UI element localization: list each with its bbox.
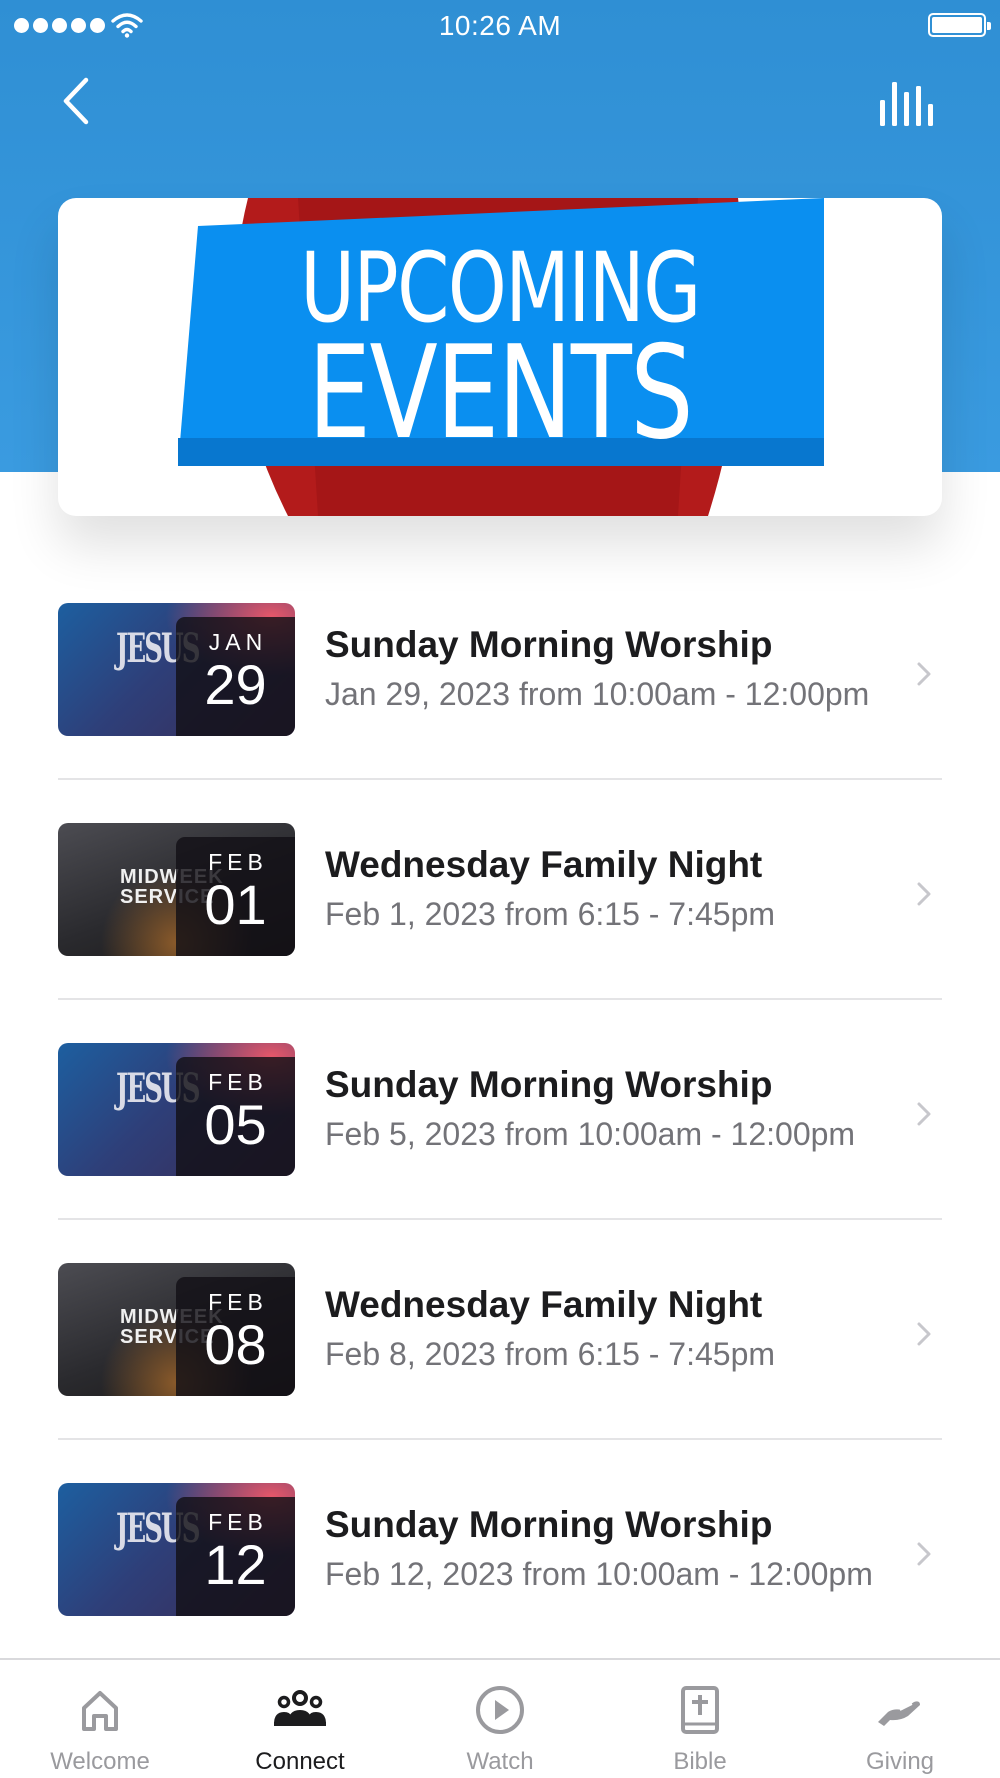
banner-title-line2: EVENTS [307,319,694,468]
event-title: Wednesday Family Night [325,844,763,885]
event-thumbnail: MIDWEEK SERVICE FEB 08 [58,1263,295,1396]
chevron-left-icon [63,77,89,125]
event-title: Sunday Morning Worship [325,1064,773,1105]
event-datetime: Jan 29, 2023 from 10:00am - 12:00pm [325,676,870,712]
chevron-right-icon [917,882,931,906]
play-circle-icon [476,1686,524,1734]
event-thumbnail: JESUS FEB 12 [58,1483,295,1616]
upcoming-events-banner: UPCOMING EVENTS [58,198,942,516]
tab-watch[interactable]: Watch [400,1660,600,1778]
people-icon [274,1690,326,1726]
event-list: JESUS JAN 29 Sunday Morning Worship Jan … [0,560,1000,1660]
tab-label: Giving [865,1748,935,1775]
status-bar: 10:26 AM [0,0,1000,50]
tab-giving[interactable]: Giving [800,1660,1000,1778]
date-day: 12 [204,1533,267,1596]
battery-icon [928,13,991,37]
date-badge: FEB 08 [176,1277,295,1396]
date-badge: FEB 12 [176,1497,295,1616]
event-datetime: Feb 5, 2023 from 10:00am - 12:00pm [325,1116,856,1152]
bible-icon [681,1686,719,1734]
tab-welcome[interactable]: Welcome [0,1660,200,1778]
date-month: FEB [208,849,268,875]
chevron-right-icon [917,1322,931,1346]
date-badge: FEB 05 [176,1057,295,1176]
chevron-right-icon [917,1542,931,1566]
date-month: JAN [208,629,268,655]
chevron-right-icon [917,1102,931,1126]
event-row[interactable]: JESUS JAN 29 Sunday Morning Worship Jan … [0,560,1000,780]
event-row[interactable]: MIDWEEK SERVICE FEB 01 Wednesday Family … [0,780,1000,1000]
status-time: 10:26 AM [438,10,562,41]
event-row[interactable]: JESUS FEB 12 Sunday Morning Worship Feb … [0,1440,1000,1660]
event-title: Sunday Morning Worship [325,1504,773,1545]
date-badge: FEB 01 [176,837,295,956]
date-month: FEB [208,1509,268,1535]
home-icon [82,1691,118,1731]
date-month: FEB [208,1289,268,1315]
event-row[interactable]: JESUS FEB 05 Sunday Morning Worship Feb … [0,1000,1000,1220]
date-day: 01 [204,873,267,936]
event-title: Sunday Morning Worship [325,624,773,665]
event-thumbnail: JESUS JAN 29 [58,603,295,736]
event-thumbnail: MIDWEEK SERVICE FEB 01 [58,823,295,956]
tab-bible[interactable]: Bible [600,1660,800,1778]
back-button[interactable] [56,74,102,128]
stats-button[interactable] [876,78,938,128]
tab-label: Welcome [50,1748,150,1775]
event-datetime: Feb 12, 2023 from 10:00am - 12:00pm [325,1556,873,1592]
date-day: 08 [204,1313,267,1376]
bottom-tab-bar: Welcome Connect Watch Bible Giving [0,1658,1000,1778]
event-datetime: Feb 8, 2023 from 6:15 - 7:45pm [325,1336,776,1372]
date-badge: JAN 29 [176,617,295,736]
date-day: 05 [204,1093,267,1156]
giving-hand-icon [878,1701,920,1726]
event-datetime: Feb 1, 2023 from 6:15 - 7:45pm [325,896,776,932]
event-thumbnail: JESUS FEB 05 [58,1043,295,1176]
tab-label: Watch [466,1748,534,1775]
tab-label: Connect [255,1748,345,1775]
tab-connect[interactable]: Connect [200,1660,400,1778]
tab-label: Bible [673,1748,727,1775]
date-month: FEB [208,1069,268,1095]
event-row[interactable]: MIDWEEK SERVICE FEB 08 Wednesday Family … [0,1220,1000,1440]
date-day: 29 [204,653,267,716]
bar-chart-icon [880,82,933,126]
event-title: Wednesday Family Night [325,1284,763,1325]
chevron-right-icon [917,662,931,686]
